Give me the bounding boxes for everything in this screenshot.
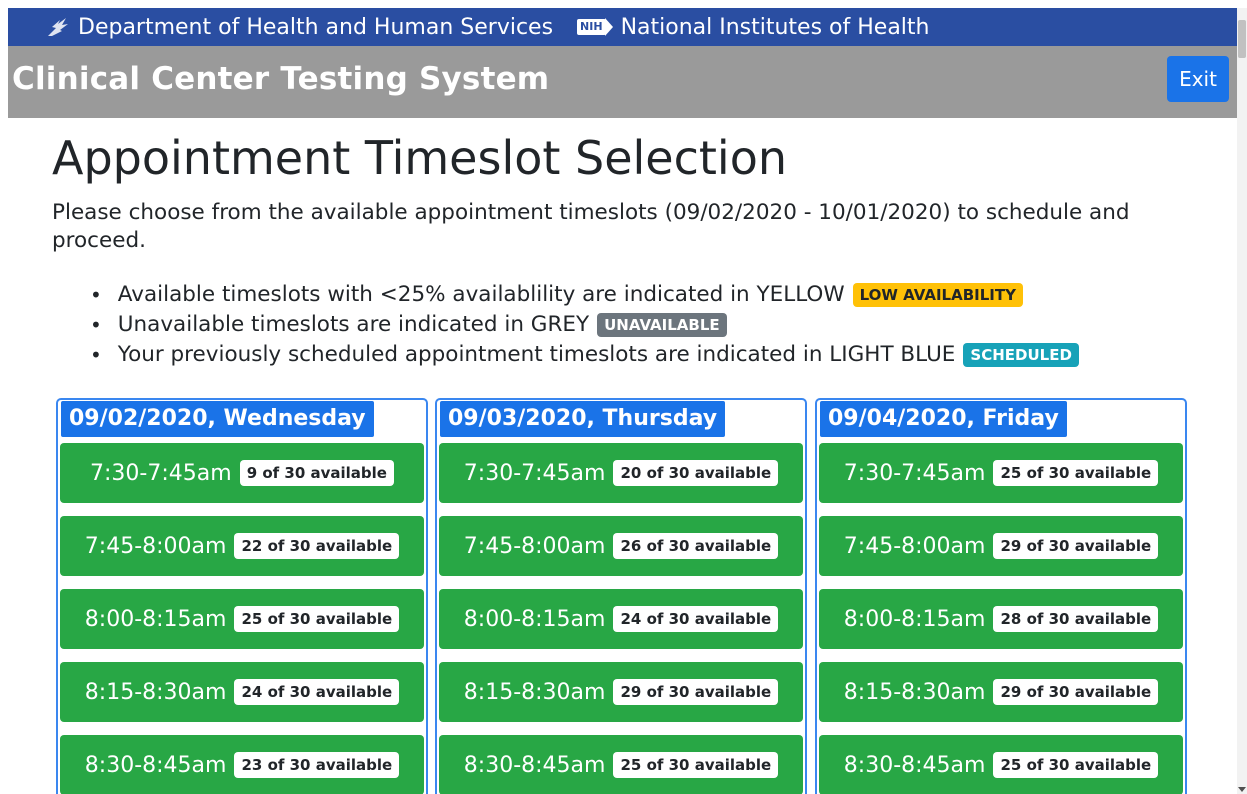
timeslot-button[interactable]: 8:00-8:15am 28 of 30 available <box>819 589 1183 649</box>
availability-badge: 29 of 30 available <box>613 679 779 705</box>
day-card-thursday: 09/03/2020, Thursday 7:30-7:45am 20 of 30… <box>435 398 807 794</box>
timeslot-button[interactable]: 7:45-8:00am 22 of 30 available <box>60 516 424 576</box>
timeslot-button[interactable]: 8:15-8:30am 24 of 30 available <box>60 662 424 722</box>
timeslot-button[interactable]: 7:30-7:45am 9 of 30 available <box>60 443 424 503</box>
timeslot-button[interactable]: 7:45-8:00am 29 of 30 available <box>819 516 1183 576</box>
timeslot-button[interactable]: 7:30-7:45am 20 of 30 available <box>439 443 803 503</box>
availability-badge: 24 of 30 available <box>613 606 779 632</box>
availability-badge: 25 of 30 available <box>234 606 400 632</box>
scrollbar-thumb[interactable] <box>1238 20 1246 58</box>
timeslot-button[interactable]: 7:45-8:00am 26 of 30 available <box>439 516 803 576</box>
app-title: Clinical Center Testing System <box>12 61 550 97</box>
availability-badge: 25 of 30 available <box>613 752 779 778</box>
exit-button[interactable]: Exit <box>1167 56 1229 102</box>
timeslot-button[interactable]: 8:00-8:15am 24 of 30 available <box>439 589 803 649</box>
legend-item-unavailable: Unavailable timeslots are indicated in G… <box>90 310 1079 340</box>
availability-badge: 29 of 30 available <box>993 679 1159 705</box>
timeslot-button[interactable]: 8:15-8:30am 29 of 30 available <box>819 662 1183 722</box>
timeslot-button[interactable]: 8:30-8:45am 25 of 30 available <box>819 735 1183 794</box>
legend-item-scheduled: Your previously scheduled appointment ti… <box>90 340 1079 370</box>
availability-badge: 23 of 30 available <box>234 752 400 778</box>
availability-badge: 28 of 30 available <box>993 606 1159 632</box>
page-intro: Please choose from the available appoint… <box>52 200 1130 253</box>
day-card-friday: 09/04/2020, Friday 7:30-7:45am 25 of 30 a… <box>815 398 1187 794</box>
unavailable-badge: UNAVAILABLE <box>597 313 727 337</box>
hhs-eagle-icon <box>46 15 72 39</box>
low-availability-badge: LOW AVAILABILITY <box>852 283 1023 307</box>
timeslot-button[interactable]: 8:15-8:30am 29 of 30 available <box>439 662 803 722</box>
timeslot-button[interactable]: 8:30-8:45am 23 of 30 available <box>60 735 424 794</box>
nih-link[interactable]: National Institutes of Health <box>621 15 930 40</box>
scroll-down-icon[interactable] <box>1238 787 1246 792</box>
day-header: 09/03/2020, Thursday <box>440 401 726 437</box>
scheduled-badge: SCHEDULED <box>963 343 1079 367</box>
app-header: Clinical Center Testing System Exit <box>8 46 1237 118</box>
availability-badge: 22 of 30 available <box>234 533 400 559</box>
availability-badge: 9 of 30 available <box>239 460 394 486</box>
page-title: Appointment Timeslot Selection <box>52 131 788 185</box>
nih-logo-icon: NIH <box>577 18 613 36</box>
timeslot-button[interactable]: 8:00-8:15am 25 of 30 available <box>60 589 424 649</box>
availability-badge: 24 of 30 available <box>234 679 400 705</box>
page-scrollbar[interactable] <box>1237 8 1247 794</box>
availability-badge: 25 of 30 available <box>993 460 1159 486</box>
hhs-link[interactable]: Department of Health and Human Services <box>78 15 553 40</box>
timeslot-button[interactable]: 8:30-8:45am 25 of 30 available <box>439 735 803 794</box>
agency-bar: Department of Health and Human Services … <box>8 8 1237 46</box>
availability-badge: 20 of 30 available <box>613 460 779 486</box>
day-header: 09/02/2020, Wednesday <box>61 401 374 437</box>
availability-badge: 25 of 30 available <box>993 752 1159 778</box>
legend-item-low: Available timeslots with <25% availablil… <box>90 280 1079 310</box>
day-header: 09/04/2020, Friday <box>820 401 1067 437</box>
availability-legend: Available timeslots with <25% availablil… <box>90 280 1079 370</box>
availability-badge: 29 of 30 available <box>993 533 1159 559</box>
availability-badge: 26 of 30 available <box>613 533 779 559</box>
timeslot-button[interactable]: 7:30-7:45am 25 of 30 available <box>819 443 1183 503</box>
day-card-wednesday: 09/02/2020, Wednesday 7:30-7:45am 9 of 30… <box>56 398 428 794</box>
